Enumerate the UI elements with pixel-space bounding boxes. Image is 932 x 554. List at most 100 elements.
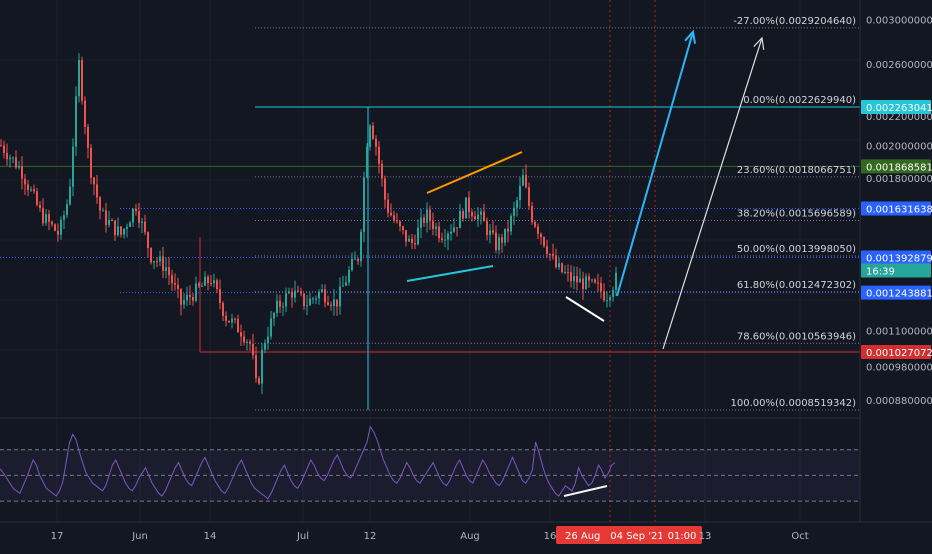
candle-body [549, 253, 551, 255]
fib-level-label: 23.60%(0.0018066751) [737, 165, 856, 176]
price-tick-label: 0.0030000000 [866, 16, 932, 27]
candle-body [219, 289, 221, 304]
candle-body [180, 288, 182, 305]
candle-body [570, 272, 572, 282]
candle-body [333, 299, 335, 306]
candle-body [276, 300, 278, 314]
candle-body [288, 291, 290, 294]
candle-body [489, 230, 491, 235]
candle-body [84, 100, 86, 127]
time-axis[interactable]: 17 Jun 14 Jul 12 Aug 16 26 Aug '2104 Sep '21 01:… [0, 521, 932, 550]
candle-body [567, 272, 569, 274]
time-tick-label: 14 [204, 531, 217, 542]
candle-body [120, 226, 122, 235]
candle-body [531, 205, 533, 223]
candle-body [12, 157, 14, 159]
candle-body [291, 291, 293, 298]
candle-body [18, 166, 20, 168]
candle-body [576, 276, 578, 283]
candle-body [348, 270, 350, 283]
candle-body [525, 175, 527, 188]
candle-body [453, 227, 455, 232]
candle-body [309, 298, 311, 306]
candle-body [522, 175, 524, 186]
candle-body [201, 285, 203, 287]
candle-body [615, 272, 617, 291]
candle-body [138, 211, 140, 223]
candle-body [537, 226, 539, 234]
candle-body [270, 318, 272, 337]
candle-body [579, 278, 581, 283]
candle-body [267, 336, 269, 344]
candle-body [519, 185, 521, 201]
candle-body [174, 283, 176, 285]
candle-body [96, 184, 98, 198]
candle-body [507, 228, 509, 232]
candle-body [207, 276, 209, 284]
candle-body [327, 302, 329, 305]
candle-body [69, 186, 71, 205]
candle-body [141, 221, 143, 223]
time-tick-label: Aug [460, 531, 480, 542]
candle-body [471, 211, 473, 217]
candle-body [303, 293, 305, 307]
candle-body [462, 210, 464, 219]
candle-body [147, 232, 149, 248]
candle-body [261, 349, 263, 384]
candle-body [57, 230, 59, 235]
candle-body [360, 231, 362, 262]
candle-body [15, 157, 17, 168]
candle-body [156, 261, 158, 263]
candle-body [111, 220, 113, 222]
candle-body [300, 291, 302, 294]
candle-body [6, 152, 8, 160]
candle-body [231, 318, 233, 323]
candle-body [177, 284, 179, 289]
candle-body [441, 238, 443, 241]
candle-body [27, 184, 29, 191]
candle-body [429, 209, 431, 222]
fib-level-label: 0.00%(0.0022629940) [743, 95, 856, 106]
candle-body [546, 246, 548, 254]
candle-body [93, 177, 95, 185]
candle-body [381, 163, 383, 179]
candle-body [540, 233, 542, 238]
candle-body [165, 267, 167, 271]
candle-body [255, 355, 257, 379]
candle-body [168, 267, 170, 276]
candle-body [501, 237, 503, 243]
price-label-text: 0.0016316386 [866, 204, 932, 215]
price-tick-label: 0.0026000000 [866, 60, 932, 71]
candle-body [411, 238, 413, 244]
candle-body [312, 298, 314, 300]
candle-body [240, 332, 242, 337]
candle-body [603, 291, 605, 301]
candle-body [246, 341, 248, 343]
candle-body [264, 343, 266, 350]
candle-body [396, 220, 398, 222]
candle-body [561, 263, 563, 273]
candle-body [186, 294, 188, 301]
candle-body [447, 233, 449, 240]
candle-body [129, 222, 131, 227]
candle-body [609, 297, 611, 301]
candle-body [108, 220, 110, 225]
candle-body [345, 282, 347, 286]
candle-body [273, 313, 275, 319]
candle-body [591, 279, 593, 281]
chart-root[interactable]: -27.00%(0.0029204640) 0.00%(0.0022629940)… [0, 0, 932, 550]
candle-body [594, 279, 596, 283]
candle-body [390, 212, 392, 216]
fib-level-label: 100.00%(0.0008519342) [731, 398, 857, 409]
price-axis[interactable]: 0.00300000000.00260000000.00220000000.00… [859, 0, 932, 550]
price-tick-label: 0.0011000000 [866, 327, 932, 338]
candle-body [36, 191, 38, 205]
candle-body [435, 226, 437, 230]
candle-body [189, 294, 191, 298]
candle-body [339, 286, 341, 307]
candle-body [297, 290, 299, 292]
time-tick-label: 01:00 [668, 531, 697, 542]
chart-svg[interactable]: -27.00%(0.0029204640) 0.00%(0.0022629940)… [0, 0, 932, 550]
fib-level-label: 61.80%(0.0012472302) [737, 280, 856, 291]
candle-body [363, 177, 365, 232]
